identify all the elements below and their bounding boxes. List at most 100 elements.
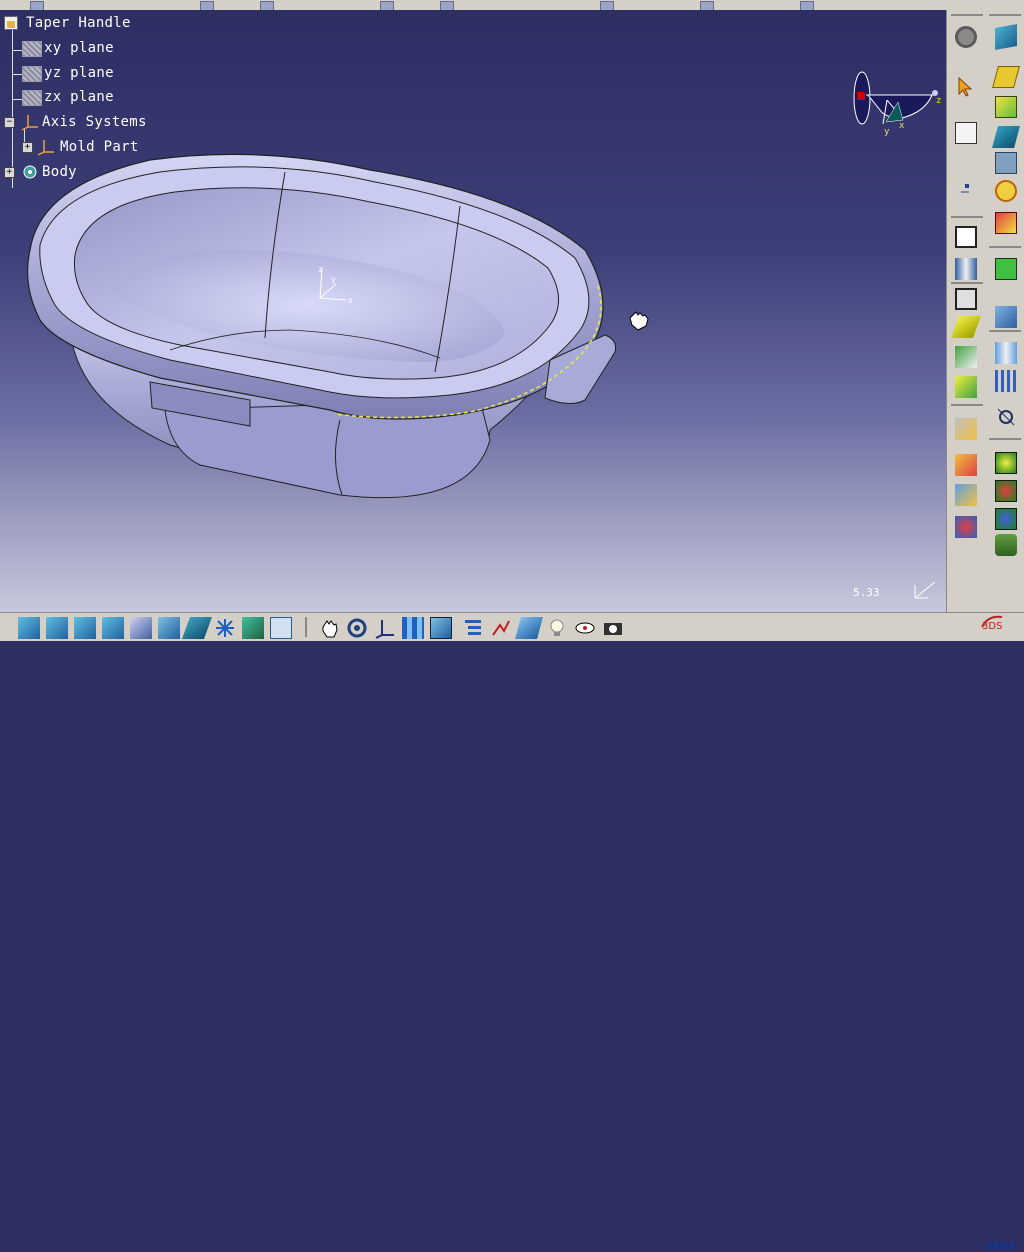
mirror-icon[interactable]	[995, 306, 1017, 328]
scale-icon[interactable]	[995, 406, 1017, 428]
tree-item-xy-plane[interactable]: xy plane	[20, 39, 140, 59]
plane-icon	[22, 66, 42, 82]
axis-icon[interactable]	[374, 617, 396, 639]
catia-logo-text: CATIA	[986, 1242, 1016, 1252]
plane-icon	[22, 90, 42, 106]
expand-icon[interactable]: +	[22, 142, 33, 153]
toolbar-grip	[989, 246, 1021, 248]
3d-viewport[interactable]: z x y z y x 5.33	[0, 10, 946, 612]
pan-hand-icon[interactable]	[318, 617, 340, 639]
curvature-icon[interactable]	[995, 508, 1017, 530]
pocket-icon[interactable]	[995, 96, 1017, 118]
material-icon[interactable]	[515, 617, 543, 639]
part-axis-z-label: z	[318, 265, 323, 274]
part-axis-x-label: x	[348, 296, 353, 305]
part-icon	[4, 16, 18, 30]
svg-text:3DS: 3DS	[982, 621, 1002, 631]
add-icon[interactable]	[955, 484, 977, 506]
split-icon[interactable]	[955, 346, 977, 368]
front-view-icon[interactable]	[74, 617, 96, 639]
toolbar-grip	[989, 330, 1021, 332]
point-icon[interactable]	[955, 174, 977, 196]
tree-item-label: Body	[42, 164, 77, 180]
assemble-icon[interactable]	[955, 454, 977, 476]
catia-logo: 3DS	[976, 613, 1022, 641]
groove-icon[interactable]	[995, 152, 1017, 174]
tree-item-label: zx plane	[44, 89, 114, 105]
shell-icon[interactable]	[995, 258, 1017, 280]
snowflake-icon[interactable]	[214, 617, 236, 639]
rotate-icon[interactable]	[346, 617, 368, 639]
body-icon	[20, 163, 40, 181]
axis-system-icon	[36, 138, 56, 156]
gear-icon[interactable]	[955, 26, 977, 48]
pattern-icon[interactable]	[995, 342, 1017, 364]
shading-icon[interactable]	[158, 617, 180, 639]
tree-root-taper-handle[interactable]: Taper Handle	[2, 14, 142, 34]
wireframe-icon[interactable]	[130, 617, 152, 639]
tree-item-zx-plane[interactable]: zx plane	[20, 88, 140, 108]
lightbulb-icon[interactable]	[546, 617, 568, 639]
hole-icon[interactable]	[995, 180, 1017, 202]
compass-widget[interactable]: z y x	[853, 71, 941, 137]
sketch-view-icon[interactable]	[270, 617, 292, 639]
toolbar-grip	[951, 282, 983, 284]
trash-icon[interactable]	[995, 534, 1017, 556]
plane-icon	[22, 41, 42, 57]
tree-item-mold-part[interactable]: + Mold Part	[20, 138, 160, 158]
mini-axis-icon	[914, 581, 936, 599]
collapse-icon[interactable]: −	[4, 117, 15, 128]
camera-icon[interactable]	[602, 617, 624, 639]
zoom-level-readout: 5.33	[853, 586, 880, 599]
grid-icon[interactable]	[402, 617, 424, 639]
toolbar-grip	[951, 216, 983, 218]
surface-icon[interactable]	[950, 316, 982, 338]
toolbar-grip	[951, 14, 983, 16]
tub-model[interactable]	[26, 153, 616, 499]
sketch-icon[interactable]	[955, 122, 977, 144]
fit-all-icon[interactable]	[18, 617, 40, 639]
top-view-icon[interactable]	[102, 617, 124, 639]
axis-system-icon	[20, 113, 40, 131]
toolbar-grip	[989, 14, 1021, 16]
toolbar-grip	[989, 438, 1021, 440]
draft-icon[interactable]	[955, 258, 977, 280]
tree-item-label: xy plane	[44, 40, 114, 56]
toolbar-grip	[951, 404, 983, 406]
tree-item-label: Mold Part	[60, 139, 139, 155]
part-body-icon[interactable]	[995, 24, 1017, 50]
rect-pattern-icon[interactable]	[995, 370, 1017, 392]
measure-icon[interactable]	[490, 617, 512, 639]
sew-surface-icon[interactable]	[955, 376, 977, 398]
compass-x-label: x	[899, 121, 905, 131]
isometric-view-icon[interactable]	[46, 617, 68, 639]
normal-view-icon[interactable]	[430, 617, 452, 639]
remove-icon[interactable]	[955, 516, 977, 538]
model-canvas[interactable]: z x y z y x	[0, 10, 946, 612]
part-axis-y-label: y	[331, 275, 336, 284]
tree-item-body[interactable]: + Body	[2, 163, 122, 183]
tree-item-yz-plane[interactable]: yz plane	[20, 64, 140, 84]
surface-view-icon[interactable]	[242, 617, 264, 639]
extrude-icon[interactable]	[955, 226, 977, 248]
bottom-toolbar: 3DS CATIA	[0, 612, 1024, 1252]
analysis-icon[interactable]	[995, 452, 1017, 474]
shaft-icon[interactable]	[992, 126, 1020, 148]
pad-icon[interactable]	[992, 66, 1020, 88]
tree-item-label: Axis Systems	[42, 114, 147, 130]
plane-create-icon[interactable]	[181, 617, 213, 639]
tree-item-axis-systems[interactable]: − Axis Systems	[2, 113, 162, 133]
hand-cursor-icon	[629, 311, 649, 331]
tree-root-label: Taper Handle	[26, 15, 131, 31]
hide-show-icon[interactable]	[574, 617, 596, 639]
tree-view-icon[interactable]	[462, 617, 484, 639]
compass-z-label: z	[936, 96, 941, 106]
draft-analysis-icon[interactable]	[995, 480, 1017, 502]
toolbar-separator	[305, 617, 307, 637]
rib-icon[interactable]	[995, 212, 1017, 234]
boolean-icon[interactable]	[955, 418, 977, 440]
expand-icon[interactable]: +	[4, 167, 15, 178]
select-arrow-icon[interactable]	[955, 76, 977, 98]
compass-y-label: y	[884, 127, 890, 137]
thickness-icon[interactable]	[955, 288, 977, 310]
